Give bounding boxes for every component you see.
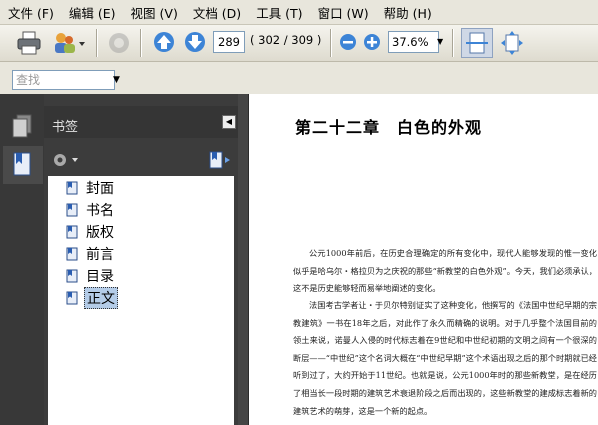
fit-page-icon xyxy=(501,31,523,55)
chevron-down-icon[interactable]: ▼ xyxy=(113,70,123,90)
bookmark-label: 版权 xyxy=(86,225,114,241)
new-bookmark-icon xyxy=(209,151,230,169)
printer-icon xyxy=(17,31,41,55)
bookmark-label: 前言 xyxy=(86,247,114,263)
zoom-level-input[interactable]: 37.6% xyxy=(388,31,439,53)
review-button[interactable] xyxy=(106,30,132,59)
print-button[interactable] xyxy=(16,30,42,59)
bookmark-page-icon xyxy=(66,203,78,217)
minus-circle-icon xyxy=(340,34,356,50)
toolbar: 289 ( 302 / 309 ) 37.6% ▼ xyxy=(0,25,598,62)
toolbar-separator xyxy=(140,29,142,57)
paragraph: 法国考古学者让・于贝尔特别证实了这种变化，他撰写的《法国中世纪早期的宗教建筑》一… xyxy=(293,300,597,416)
bookmark-item[interactable]: 封面 xyxy=(66,178,116,198)
bookmark-item-selected[interactable]: 正文 xyxy=(66,287,118,309)
collapse-panel-button[interactable]: ◀ xyxy=(222,115,236,129)
next-page-button[interactable] xyxy=(184,31,206,56)
menu-bar: 文件 (F) 编辑 (E) 视图 (V) 文档 (D) 工具 (T) 窗口 (W… xyxy=(0,0,598,25)
panel-resize-handle[interactable] xyxy=(238,94,248,425)
bookmark-label: 封面 xyxy=(86,181,114,197)
bookmarks-panel-button[interactable] xyxy=(3,146,43,184)
bookmark-item[interactable]: 版权 xyxy=(66,222,116,242)
gear-icon xyxy=(54,154,78,166)
menu-file[interactable]: 文件 (F) xyxy=(0,3,61,22)
bookmarks-panel: 书签 ◀ 封面 书名 版权 前言 目录 正文 xyxy=(44,94,242,425)
pages-panel-button[interactable] xyxy=(11,114,33,141)
bookmark-icon xyxy=(13,152,31,176)
gear-sheet-icon xyxy=(109,33,129,53)
bookmark-label: 正文 xyxy=(84,287,118,309)
collaborate-button[interactable] xyxy=(52,30,86,59)
bookmark-label: 目录 xyxy=(86,269,114,285)
arrow-down-icon xyxy=(185,32,205,52)
options-button[interactable] xyxy=(52,152,80,171)
panel-title: 书签 xyxy=(52,120,79,135)
plus-circle-icon xyxy=(364,34,380,50)
paragraph: 公元1000年前后，在历史合理确定的所有变化中，现代人能够发现的惟一变化似乎是哈… xyxy=(293,248,597,294)
bookmark-page-icon xyxy=(66,225,78,239)
fit-width-icon xyxy=(466,32,488,54)
bookmark-item[interactable]: 书名 xyxy=(66,200,116,220)
find-input[interactable]: 查找 xyxy=(12,70,115,90)
fit-width-button[interactable] xyxy=(461,28,493,58)
panel-header: 书签 ◀ xyxy=(44,106,242,138)
bookmark-page-icon xyxy=(66,291,78,305)
zoom-out-button[interactable] xyxy=(339,33,357,54)
find-bar: 查找 ▼ xyxy=(0,62,598,94)
menu-tools[interactable]: 工具 (T) xyxy=(248,3,309,22)
document-page: 第二十二章 白色的外观 公元1000年前后，在历史合理确定的所有变化中，现代人能… xyxy=(249,94,598,425)
menu-edit[interactable]: 编辑 (E) xyxy=(61,3,123,22)
bookmark-page-icon xyxy=(66,181,78,195)
page-count: ( 302 / 309 ) xyxy=(250,33,322,47)
bookmark-item[interactable]: 前言 xyxy=(66,244,116,264)
toolbar-separator xyxy=(452,29,454,57)
new-bookmark-button[interactable] xyxy=(208,150,234,173)
toolbar-separator xyxy=(330,29,332,57)
zoom-in-button[interactable] xyxy=(363,33,381,54)
menu-help[interactable]: 帮助 (H) xyxy=(376,3,439,22)
toolbar-separator xyxy=(96,29,98,57)
chapter-title: 第二十二章 白色的外观 xyxy=(295,118,483,137)
chevron-down-icon[interactable]: ▼ xyxy=(437,37,443,46)
bookmark-page-icon xyxy=(66,247,78,261)
pages-icon xyxy=(12,114,32,138)
bookmark-item[interactable]: 目录 xyxy=(66,266,116,286)
menu-view[interactable]: 视图 (V) xyxy=(123,3,185,22)
people-icon xyxy=(55,33,85,53)
arrow-up-icon xyxy=(154,32,174,52)
bookmark-page-icon xyxy=(66,269,78,283)
previous-page-button[interactable] xyxy=(153,31,175,56)
navigation-strip xyxy=(0,94,44,425)
menu-window[interactable]: 窗口 (W) xyxy=(310,3,376,22)
bookmark-label: 书名 xyxy=(86,203,114,219)
menu-document[interactable]: 文档 (D) xyxy=(185,3,248,22)
page-number-input[interactable]: 289 xyxy=(213,31,245,53)
fit-page-button[interactable] xyxy=(499,30,525,59)
bookmark-tree: 封面 书名 版权 前言 目录 正文 xyxy=(48,176,234,425)
